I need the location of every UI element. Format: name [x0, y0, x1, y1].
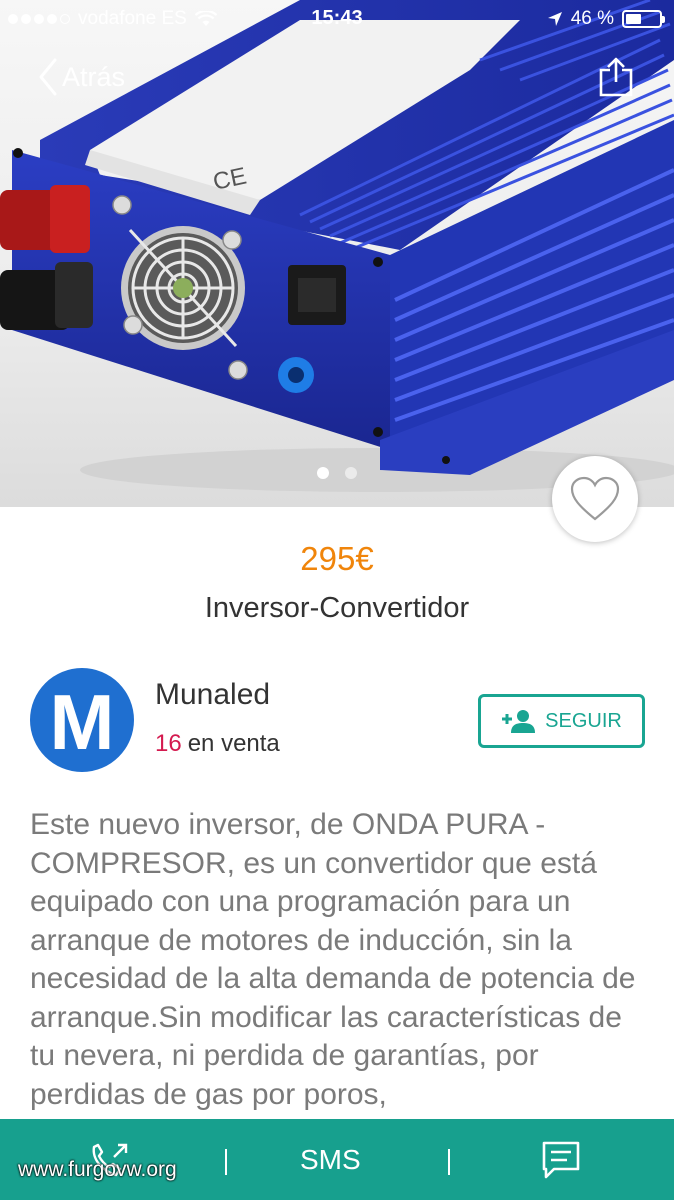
add-person-icon — [502, 710, 536, 733]
seller-items-count: 16 en venta — [155, 730, 280, 758]
follow-button[interactable]: SEGUIR — [478, 694, 645, 748]
separator — [225, 1149, 227, 1175]
battery-icon — [622, 10, 665, 28]
chevron-left-icon — [39, 58, 57, 96]
favorite-button[interactable] — [552, 456, 638, 542]
product-description: Este nuevo inversor, de ONDA PURA - COMP… — [30, 808, 636, 1111]
items-count-label: en venta — [187, 730, 280, 757]
product-title: Inversor-Convertidor — [204, 592, 470, 624]
battery-percent: 46 % — [570, 8, 614, 29]
items-count-number: 16 — [155, 730, 182, 757]
sms-button[interactable]: SMS — [300, 1144, 361, 1176]
battery-level-fill — [626, 14, 641, 24]
share-button[interactable] — [598, 56, 634, 103]
location-arrow-icon — [547, 12, 562, 26]
separator — [448, 1149, 450, 1175]
status-bar: vodafone ES 15:43 46 % — [0, 0, 674, 40]
heart-icon — [570, 476, 620, 521]
status-bar-right: 46 % — [547, 8, 665, 30]
product-detail-screen: CE vodafone ES 15:43 46 % Atrás 295€ Inv… — [0, 0, 674, 1200]
chat-bubble-icon — [542, 1141, 580, 1179]
chat-button[interactable] — [540, 1139, 582, 1186]
back-button[interactable]: Atrás — [38, 58, 125, 96]
price: 295€ — [300, 540, 374, 577]
share-icon — [599, 57, 633, 97]
follow-label: SEGUIR — [545, 709, 622, 732]
seller-avatar[interactable]: M — [30, 668, 134, 772]
back-label: Atrás — [62, 61, 126, 92]
pager-dot[interactable] — [345, 467, 357, 479]
pager-dot[interactable] — [317, 467, 329, 479]
seller-name[interactable]: Munaled — [155, 678, 270, 712]
avatar-letter: M — [49, 678, 115, 766]
watermark: www.furgovw.org — [18, 1158, 177, 1181]
